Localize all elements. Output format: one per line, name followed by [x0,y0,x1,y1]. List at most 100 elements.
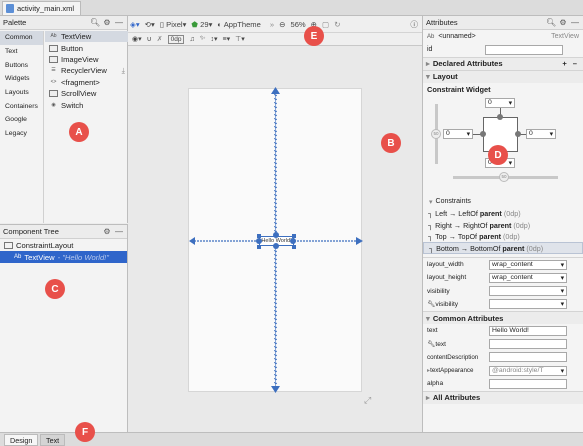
infer-constraints-icon[interactable]: ♫ [189,36,194,43]
callout-d: D [488,145,508,165]
palette-category[interactable]: Legacy [0,127,43,141]
orientation-icon[interactable]: ⟲▾ [145,20,155,29]
text-field[interactable]: Hello World! [489,325,567,336]
minimize-icon[interactable]: — [114,18,124,27]
magic-wand-icon[interactable]: ✨︎ [200,35,206,43]
remove-icon[interactable]: – [573,59,577,68]
device-selector[interactable]: ▯ Pixel▾ [160,20,187,29]
palette-category[interactable]: Layouts [0,86,43,100]
eye-icon[interactable]: ◉▾ [132,35,142,43]
tools-text-field[interactable] [489,339,567,350]
search-icon[interactable]: 🔍︎ [546,18,556,27]
layout-attribute-rows: layout_width wrap_content ▾ layout_height… [423,256,583,311]
pack-icon[interactable]: ↕▾ [211,35,218,43]
collapse-icon: ▾ [429,198,433,206]
align-icon[interactable]: ≡▾ [223,35,231,43]
content-description-field[interactable] [489,352,567,363]
gear-icon[interactable]: ⚙ [102,18,112,27]
palette-category[interactable]: Containers [0,99,43,113]
palette-item-label: Button [61,43,83,53]
palette-item-switch[interactable]: ◉ Switch [45,99,128,110]
refresh-icon[interactable]: ↻ [334,20,340,29]
layout-section-header[interactable]: ▾ Layout [423,69,583,83]
theme-selector[interactable]: ◐ AppTheme [217,20,260,29]
file-tab[interactable]: activity_main.xml [2,1,82,15]
vertical-bias-knob[interactable]: 50 [431,128,441,139]
gear-icon[interactable]: ⚙ [558,18,568,27]
palette-item-fragment[interactable]: <> <fragment> [45,77,128,88]
visibility-select[interactable]: ▾ [489,286,567,297]
palette-category[interactable]: Common [0,31,43,45]
expand-icon[interactable]: » [270,20,274,29]
tab-design[interactable]: Design [4,434,39,446]
palette-header: Palette 🔍︎ ⚙ — [0,16,127,30]
top-anchor[interactable] [497,113,503,120]
constraint-row[interactable]: ┐ Bottom → BottomOf parent (0dp) [423,242,583,254]
zoom-fit-icon[interactable]: ▢ [322,20,329,29]
constraints-header[interactable]: ▾ Constraints [423,196,583,208]
layout-height-select[interactable]: wrap_content ▾ [489,272,567,283]
alpha-field[interactable] [489,378,567,389]
right-margin-select[interactable]: 0 ▾ [526,128,556,139]
component-name[interactable]: <unnamed> [438,33,475,40]
right-anchor-handle[interactable] [290,238,296,244]
left-margin-select[interactable]: 0 ▾ [443,128,473,139]
palette-category[interactable]: Google [0,113,43,127]
palette-item-button[interactable]: Button [45,42,128,53]
horizontal-bias-knob[interactable]: 50 [499,171,509,182]
default-margin[interactable]: 0dp [167,34,185,44]
minimize-icon[interactable]: — [570,18,580,27]
left-anchor[interactable] [480,130,486,137]
gear-icon[interactable]: ⚙ [102,227,112,236]
tree-row-textview[interactable]: Ab TextView - "Hello World!" [0,251,127,263]
left-anchor-handle[interactable] [256,238,262,244]
declared-attributes-header[interactable]: ▸ Declared Attributes + – [423,56,583,70]
palette-category[interactable]: Buttons [0,58,43,72]
constraint-toolbar: ◉▾ ∪ ✗ 0dp ♫ ✨︎ ↕▾ ≡▾ ⊤▾ [128,33,422,46]
bottom-anchor-handle[interactable] [273,243,279,249]
palette-category[interactable]: Widgets [0,72,43,86]
constraint-row[interactable]: ┐ Left → LeftOf parent (0dp) [423,208,583,220]
tree-row-hint: - "Hello World!" [57,252,109,262]
palette-item-textview[interactable]: Ab TextView [45,31,128,43]
constraint-row[interactable]: ┐ Top → TopOf parent (0dp) [423,231,583,243]
tree-row-root[interactable]: ConstraintLayout [0,239,127,251]
resize-handle[interactable] [257,234,261,238]
download-icon[interactable]: ⤓ [122,66,125,76]
palette-item-imageview[interactable]: ImageView [45,54,128,65]
tools-visibility-select[interactable]: ▾ [489,299,567,310]
layers-icon[interactable]: ◈▾ [130,20,140,29]
text-appearance-select[interactable]: @android:style/T ▾ [489,365,567,376]
guidelines-icon[interactable]: ⊤▾ [235,35,245,43]
palette-item-scrollview[interactable]: ScrollView [45,88,128,99]
search-icon[interactable]: 🔍︎ [90,18,100,27]
device-resize-icon[interactable]: ⤢ [364,395,374,405]
palette-item-recyclerview[interactable]: ☰ RecyclerView ⤓ [45,65,128,76]
clear-constraints-icon[interactable]: ✗ [157,35,163,43]
api-selector[interactable]: ⬟ 29▾ [191,20,212,29]
top-anchor-handle[interactable] [273,232,279,238]
resize-handle[interactable] [257,245,261,249]
all-attributes-header[interactable]: ▸ All Attributes [423,390,583,404]
button-icon [49,44,58,52]
resize-handle[interactable] [292,245,296,249]
top-margin-select[interactable]: 0 ▾ [485,97,515,108]
resize-handle[interactable] [292,234,296,238]
attr-row-alpha: alpha [423,377,583,390]
magnet-icon[interactable]: ∪ [147,35,152,43]
collapse-icon: ▾ [426,313,430,323]
constraints-label: Constraints [435,198,471,206]
constraint-row[interactable]: ┐ Right → RightOf parent (0dp) [423,219,583,231]
add-icon[interactable]: + [562,59,566,68]
palette-category[interactable]: Text [0,45,43,59]
layout-width-select[interactable]: wrap_content ▾ [489,259,567,270]
attr-row-text-appearance: ▸textAppearance @android:style/T ▾ [423,364,583,377]
warning-icon[interactable]: ⓘ [410,19,418,30]
minimize-icon[interactable]: — [114,227,124,236]
palette-item-label: RecyclerView [61,66,107,76]
tab-text[interactable]: Text [40,434,66,446]
right-anchor[interactable] [515,130,521,137]
zoom-out-icon[interactable]: ⊖ [279,20,285,29]
id-field[interactable] [485,44,563,55]
common-attributes-header[interactable]: ▾ Common Attributes [423,311,583,325]
